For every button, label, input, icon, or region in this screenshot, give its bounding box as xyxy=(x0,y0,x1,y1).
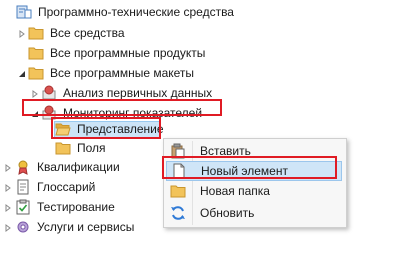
testing-icon xyxy=(15,199,31,215)
tree-item[interactable]: Все средства xyxy=(28,24,125,42)
tree-item-label: Тестирование xyxy=(37,200,115,214)
folder-icon xyxy=(28,65,44,81)
tree-item-label: Все программные макеты xyxy=(50,66,195,80)
menu-item-label: Обновить xyxy=(200,206,255,220)
folder-icon xyxy=(28,25,44,41)
expand-arrow-icon[interactable] xyxy=(17,29,26,38)
expand-arrow-icon[interactable] xyxy=(3,203,12,212)
expand-arrow-icon[interactable] xyxy=(3,223,12,232)
tree-item[interactable]: Квалификации xyxy=(15,158,120,176)
menu-item-new-folder[interactable]: Новая папка xyxy=(166,181,342,201)
tree-item-label: Все программные продукты xyxy=(50,46,206,60)
new-folder-icon xyxy=(170,183,186,199)
tree-item-label: Поля xyxy=(77,141,106,155)
glossary-icon xyxy=(15,179,31,195)
tree-root[interactable]: Программно-технические средства xyxy=(0,3,234,21)
highlight-outline xyxy=(22,99,222,116)
tree-item-label: Квалификации xyxy=(37,160,120,174)
qualification-icon xyxy=(15,159,31,175)
collapse-arrow-icon[interactable] xyxy=(17,69,26,78)
tree-item[interactable]: Все программные макеты xyxy=(28,64,194,82)
expand-arrow-icon[interactable] xyxy=(3,163,12,172)
expand-arrow-icon[interactable] xyxy=(30,89,39,98)
menu-item-refresh[interactable]: Обновить xyxy=(166,203,342,223)
tree-item-label: Глоссарий xyxy=(37,180,96,194)
services-icon xyxy=(15,219,31,235)
expand-arrow-icon[interactable] xyxy=(3,183,12,192)
highlight-outline xyxy=(51,117,161,139)
folder-icon xyxy=(28,45,44,61)
tree-root-label: Программно-технические средства xyxy=(38,5,234,19)
context-menu: Вставить Новый элемент Новая папка Обнов… xyxy=(163,138,347,228)
refresh-icon xyxy=(170,205,186,221)
tree-item[interactable]: Глоссарий xyxy=(15,178,95,196)
tree-item-label: Все средства xyxy=(50,26,125,40)
tree-item[interactable]: Поля xyxy=(55,139,106,157)
menu-item-label: Новая папка xyxy=(200,184,270,198)
tree-item[interactable]: Услуги и сервисы xyxy=(15,218,134,236)
tree-item[interactable]: Все программные продукты xyxy=(28,44,205,62)
software-hardware-icon xyxy=(16,4,32,20)
highlight-outline xyxy=(162,156,337,179)
tree-item-label: Услуги и сервисы xyxy=(37,220,135,234)
folder-icon xyxy=(55,140,71,156)
tree-item[interactable]: Тестирование xyxy=(15,198,115,216)
